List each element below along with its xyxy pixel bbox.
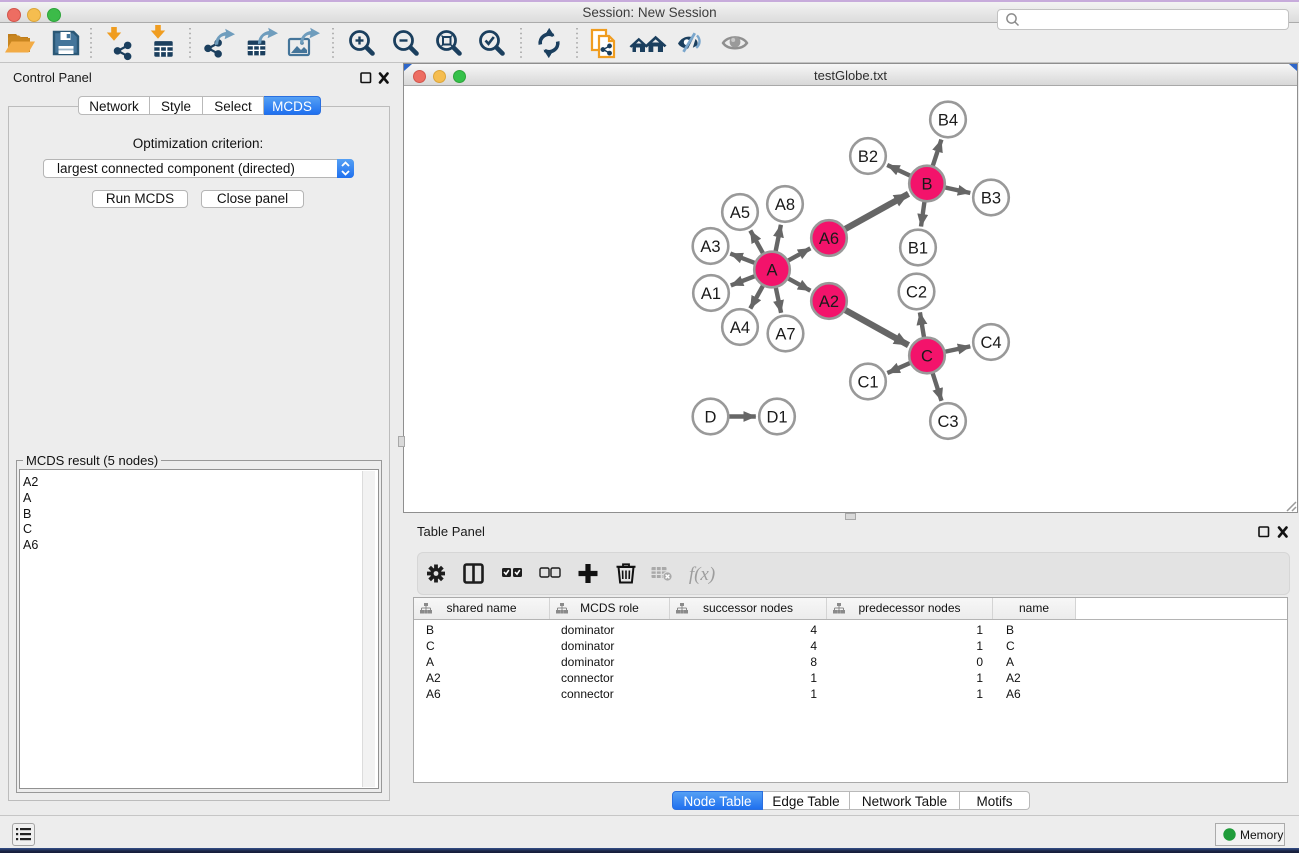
svg-text:A5: A5 (730, 204, 750, 222)
svg-text:A7: A7 (775, 325, 795, 343)
svg-text:A1: A1 (701, 285, 721, 303)
svg-text:A8: A8 (775, 196, 795, 214)
svg-text:B2: B2 (858, 148, 878, 166)
svg-text:B: B (921, 175, 932, 193)
svg-text:B4: B4 (938, 111, 958, 129)
svg-text:A2: A2 (819, 293, 839, 311)
svg-text:C4: C4 (980, 334, 1001, 352)
svg-text:C2: C2 (906, 283, 927, 301)
svg-text:A: A (766, 261, 777, 279)
svg-text:A6: A6 (819, 230, 839, 248)
svg-text:C: C (921, 347, 933, 365)
svg-text:C1: C1 (857, 373, 878, 391)
svg-text:B1: B1 (908, 239, 928, 257)
svg-text:D: D (705, 408, 717, 426)
svg-text:B3: B3 (981, 189, 1001, 207)
svg-text:C3: C3 (937, 413, 958, 431)
svg-text:D1: D1 (766, 408, 787, 426)
svg-text:f(x): f(x) (689, 564, 715, 585)
svg-text:A4: A4 (730, 319, 750, 337)
svg-text:A3: A3 (700, 238, 720, 256)
